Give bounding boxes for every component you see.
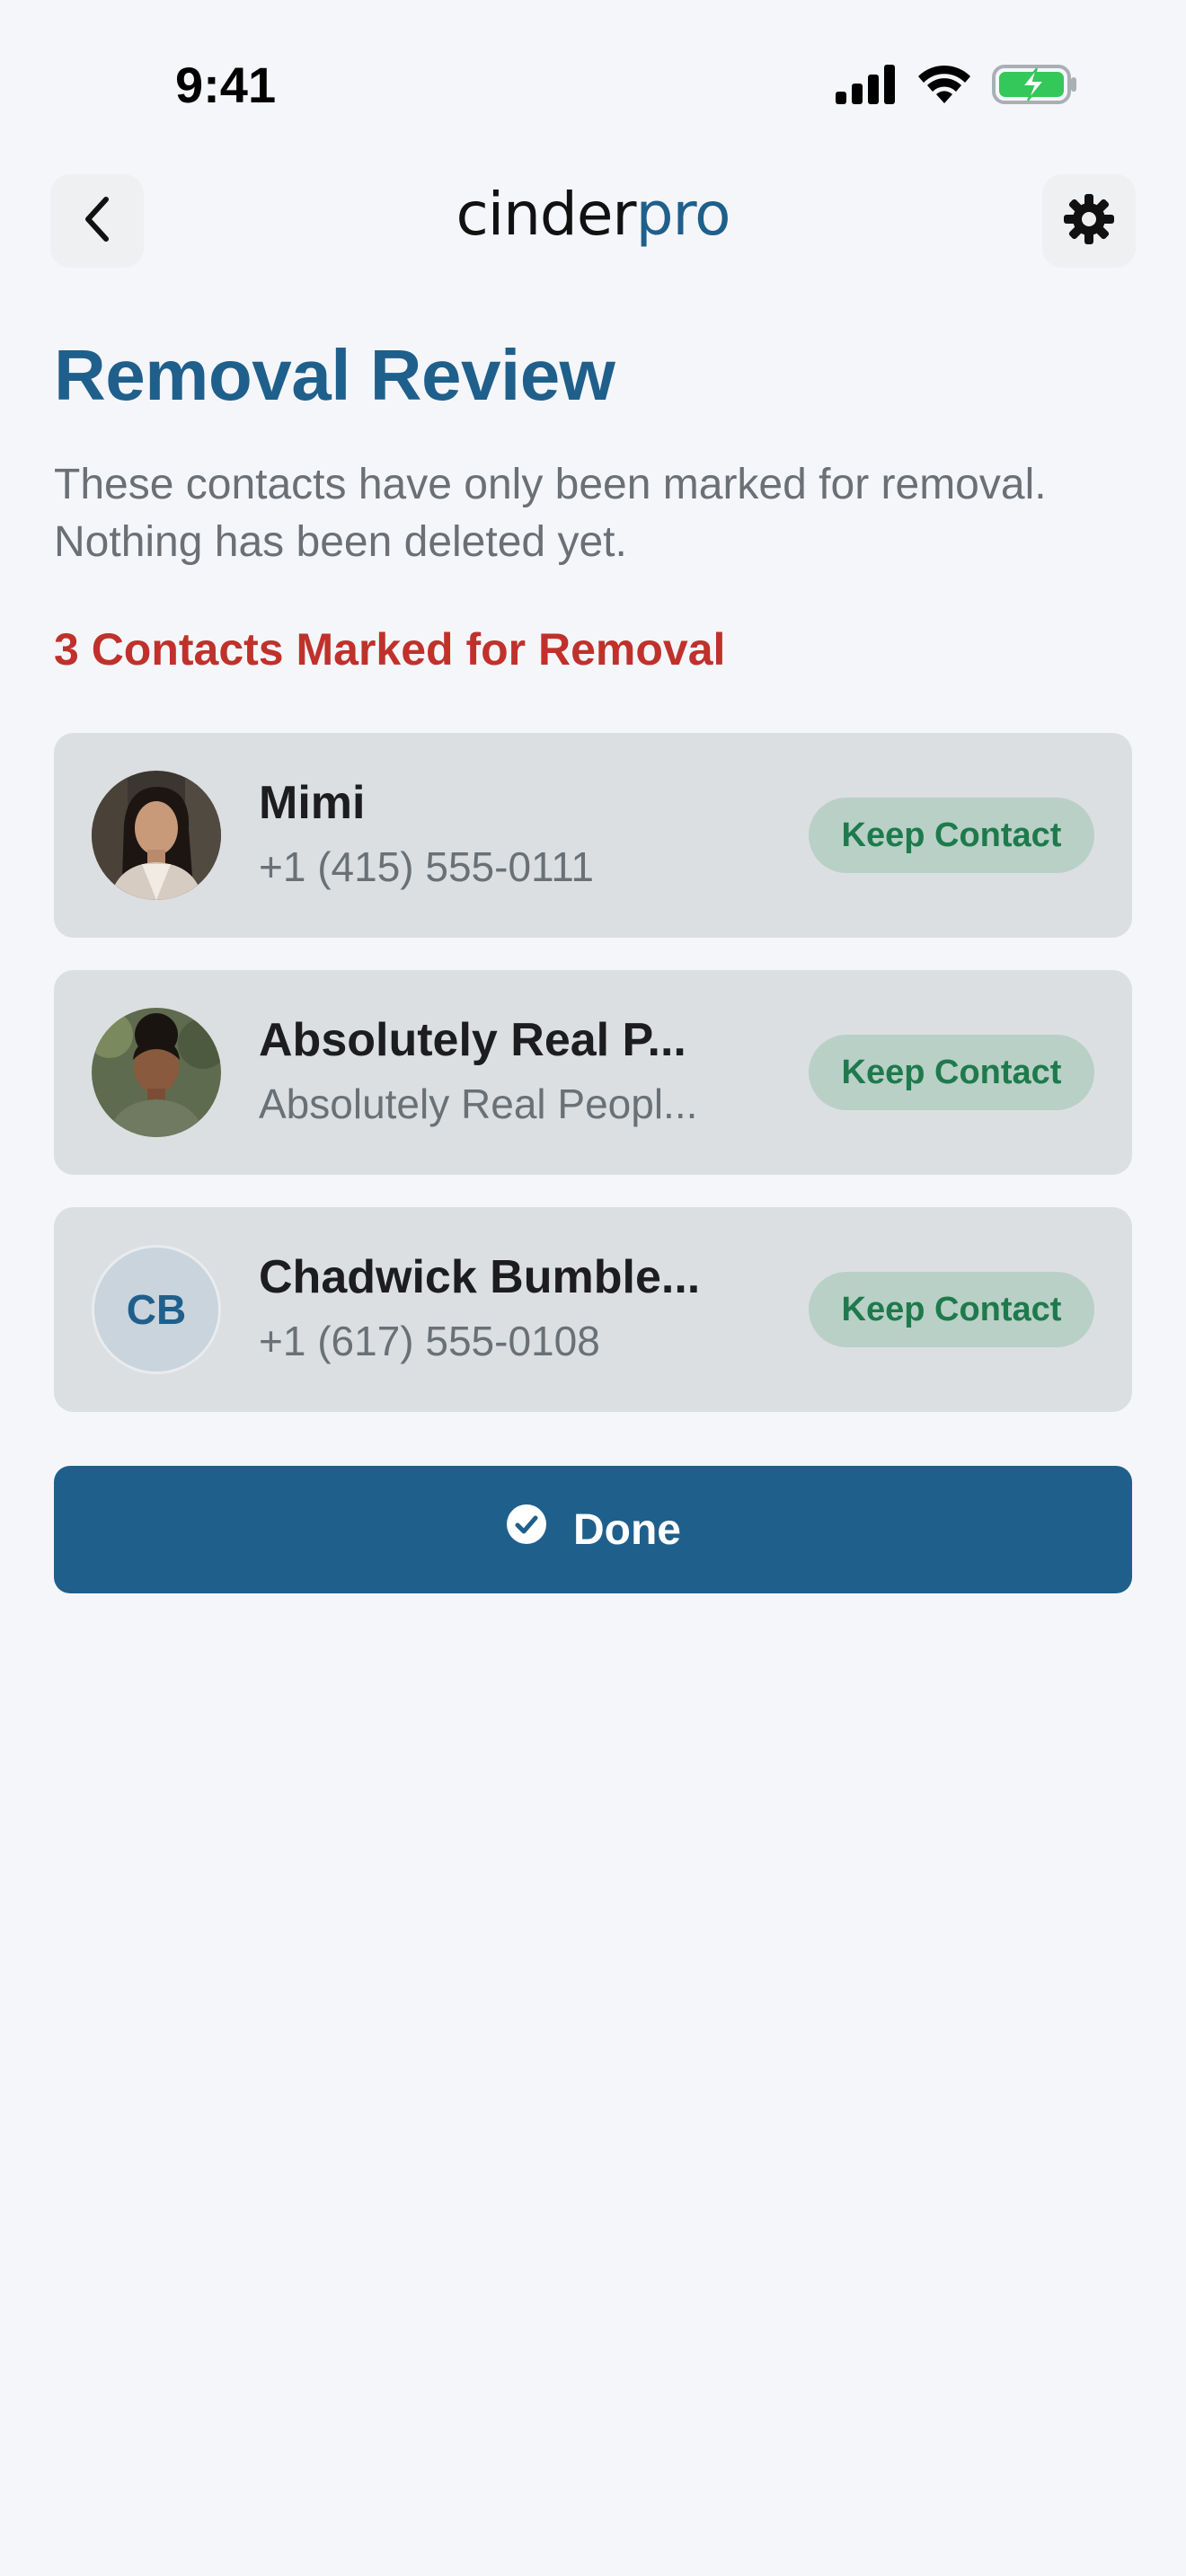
keep-contact-button[interactable]: Keep Contact <box>809 798 1094 873</box>
contact-card: CB Chadwick Bumble... +1 (617) 555-0108 … <box>54 1207 1132 1412</box>
status-bar: 9:41 <box>0 0 1186 171</box>
contact-card: Mimi +1 (415) 555-0111 Keep Contact <box>54 733 1132 938</box>
contact-detail: Absolutely Real Peopl... <box>259 1081 698 1127</box>
settings-button[interactable] <box>1042 174 1136 268</box>
gear-icon <box>1062 192 1116 251</box>
contact-name: Mimi <box>259 777 366 829</box>
signal-icon <box>836 65 897 109</box>
contact-card: Absolutely Real P... Absolutely Real Peo… <box>54 970 1132 1175</box>
app-logo: cinderpro <box>0 180 1186 249</box>
wifi-icon <box>916 64 972 110</box>
status-time: 9:41 <box>175 57 277 113</box>
done-label: Done <box>573 1505 681 1554</box>
contact-name: Absolutely Real P... <box>259 1014 686 1066</box>
check-circle-icon <box>505 1503 548 1557</box>
keep-contact-button[interactable]: Keep Contact <box>809 1035 1094 1110</box>
contact-list: Mimi +1 (415) 555-0111 Keep Contact Abso… <box>54 733 1132 1444</box>
contact-name: Chadwick Bumble... <box>259 1251 701 1303</box>
page-title: Removal Review <box>54 335 615 415</box>
battery-charging-icon <box>992 63 1078 110</box>
logo-text-pro: pro <box>635 180 731 249</box>
removal-count-label: 3 Contacts Marked for Removal <box>54 624 726 675</box>
avatar <box>92 1008 221 1137</box>
keep-contact-button[interactable]: Keep Contact <box>809 1272 1094 1347</box>
page-subtitle: These contacts have only been marked for… <box>54 461 1047 566</box>
done-button[interactable]: Done <box>54 1466 1132 1593</box>
avatar-initials: CB <box>92 1245 221 1374</box>
status-icons <box>836 63 1078 110</box>
contact-detail: +1 (617) 555-0108 <box>259 1318 600 1364</box>
contact-detail: +1 (415) 555-0111 <box>259 843 594 890</box>
logo-text-cinder: cinder <box>456 180 636 249</box>
avatar <box>92 771 221 900</box>
